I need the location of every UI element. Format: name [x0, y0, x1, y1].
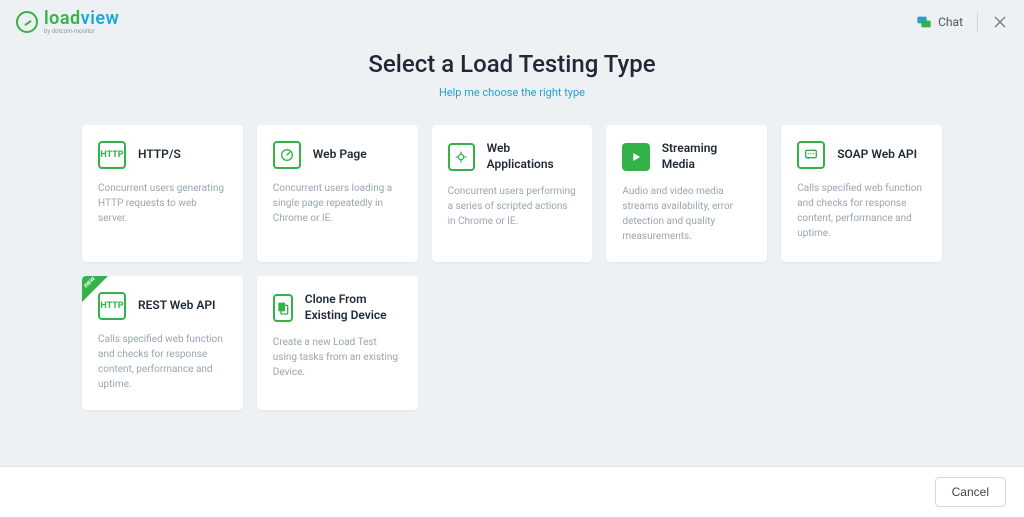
card-streaming-media[interactable]: Streaming Media Audio and video media st…	[606, 125, 767, 262]
header: loadview by dotcom-monitor Chat	[0, 0, 1024, 40]
brand-name-part1: load	[44, 8, 81, 29]
play-icon	[622, 143, 649, 171]
card-desc: Concurrent users loading a single page r…	[273, 181, 402, 226]
new-badge	[82, 276, 108, 302]
card-desc: Concurrent users generating HTTP request…	[98, 181, 227, 226]
card-title: HTTP/S	[138, 147, 181, 163]
card-title: Clone From Existing Device	[305, 292, 402, 323]
card-clone-from-existing-device[interactable]: Clone From Existing Device Create a new …	[257, 276, 418, 410]
card-soap-web-api[interactable]: SOAP Web API Calls specified web functio…	[781, 125, 942, 262]
card-title: Web Page	[313, 147, 367, 163]
close-icon	[992, 14, 1008, 30]
footer: Cancel	[0, 466, 1024, 517]
divider	[977, 12, 978, 32]
help-link[interactable]: Help me choose the right type	[24, 86, 1000, 99]
card-desc: Audio and video media streams availabili…	[622, 184, 751, 244]
card-title: REST Web API	[138, 298, 215, 314]
chat-label: Chat	[938, 15, 963, 29]
header-actions: Chat	[916, 12, 1008, 32]
card-desc: Concurrent users performing a series of …	[448, 184, 577, 229]
brand-name-part2: view	[81, 8, 120, 29]
card-rest-web-api[interactable]: HTTP REST Web API Calls specified web fu…	[82, 276, 243, 410]
brand-logo[interactable]: loadview by dotcom-monitor	[16, 10, 119, 35]
brand-tagline: by dotcom-monitor	[44, 29, 119, 35]
chat-button[interactable]: Chat	[916, 14, 963, 30]
gauge-icon	[273, 141, 301, 169]
card-title: Web Applications	[487, 141, 577, 172]
http-icon: HTTP	[98, 141, 126, 169]
close-button[interactable]	[992, 14, 1008, 30]
gear-icon	[448, 143, 475, 171]
page-title: Select a Load Testing Type	[24, 50, 1000, 78]
card-http-s[interactable]: HTTP HTTP/S Concurrent users generating …	[82, 125, 243, 262]
card-web-page[interactable]: Web Page Concurrent users loading a sing…	[257, 125, 418, 262]
cancel-button[interactable]: Cancel	[935, 477, 1006, 507]
clone-icon	[273, 294, 293, 322]
main-content: Select a Load Testing Type Help me choos…	[0, 40, 1024, 466]
chat-icon	[916, 14, 932, 30]
card-desc: Create a new Load Test using tasks from …	[273, 335, 402, 380]
card-title: SOAP Web API	[837, 147, 917, 163]
message-icon	[797, 141, 825, 169]
card-desc: Calls specified web function and checks …	[98, 332, 227, 392]
test-type-grid: HTTP HTTP/S Concurrent users generating …	[82, 125, 942, 410]
brand-text: loadview by dotcom-monitor	[44, 10, 119, 35]
card-desc: Calls specified web function and checks …	[797, 181, 926, 241]
card-title: Streaming Media	[662, 141, 752, 172]
gauge-icon	[16, 11, 38, 33]
card-web-applications[interactable]: Web Applications Concurrent users perfor…	[432, 125, 593, 262]
